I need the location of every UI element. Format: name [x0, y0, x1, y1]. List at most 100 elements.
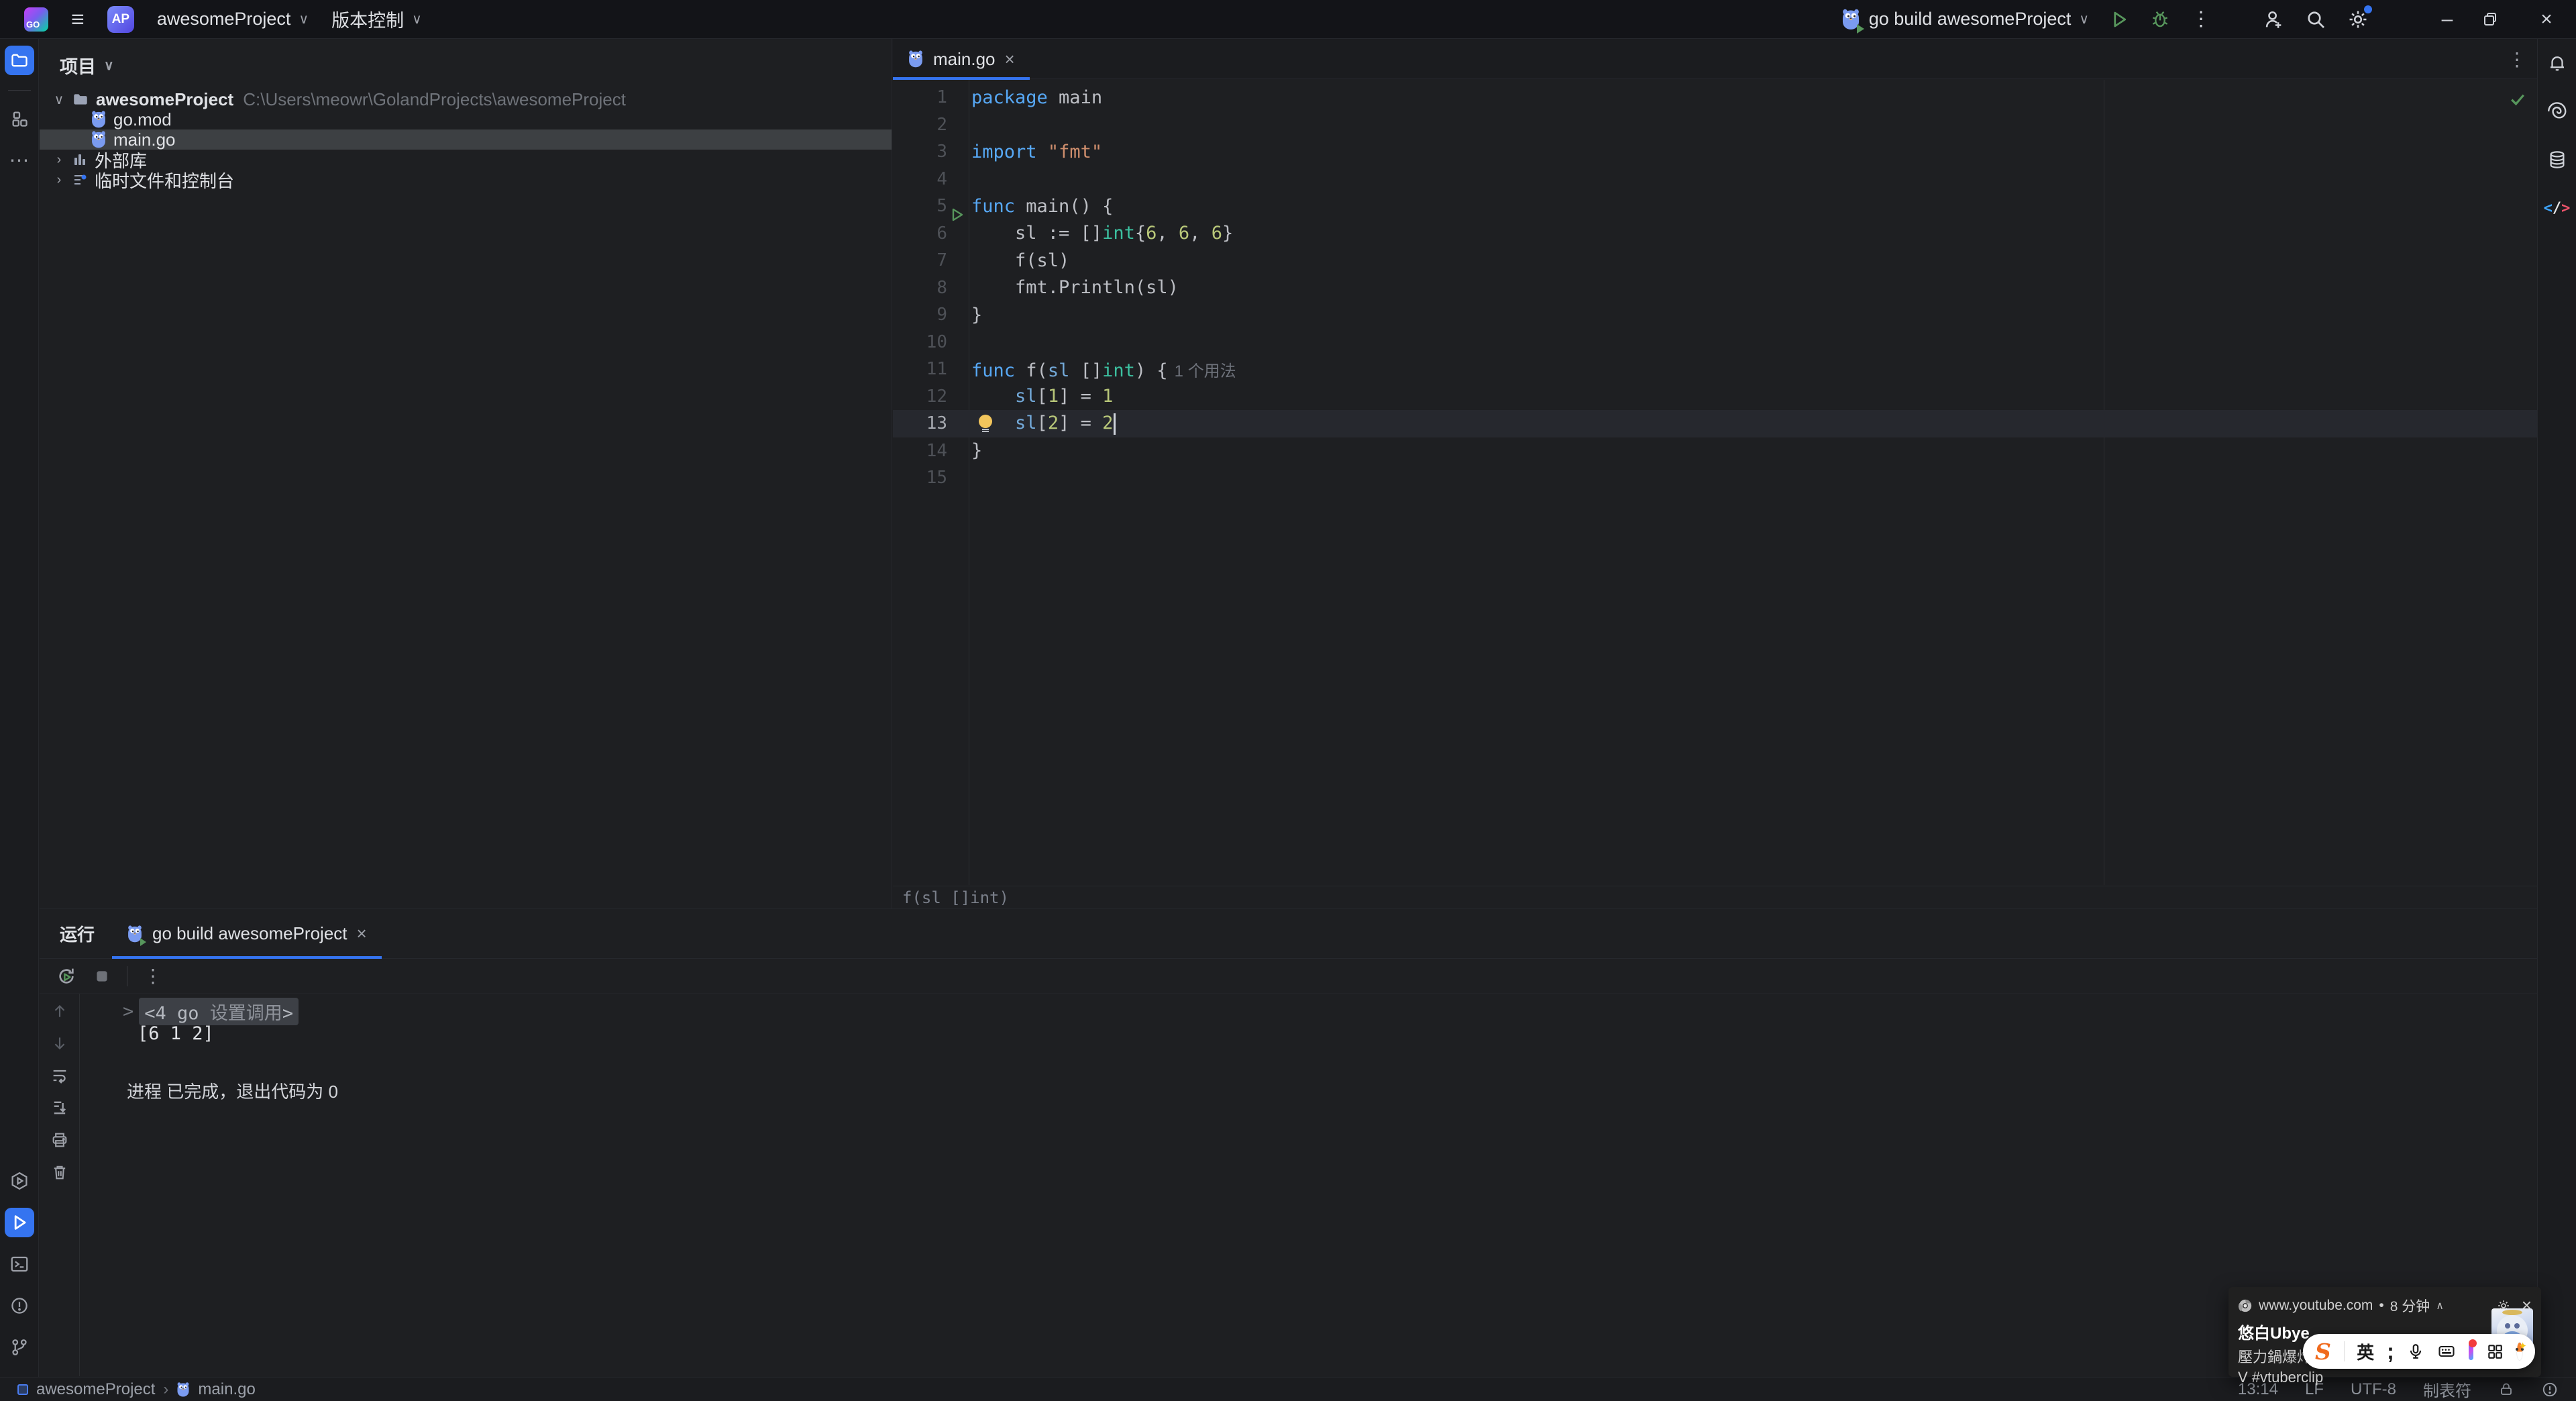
status-notifications-icon[interactable] [2541, 1381, 2559, 1398]
scroll-to-end-icon[interactable] [49, 1097, 70, 1119]
line-number[interactable]: 6 [893, 223, 969, 244]
tree-row-external-libs[interactable]: › 外部库 [40, 150, 892, 171]
line-number[interactable]: 8 [893, 278, 969, 298]
tab-close-icon[interactable]: × [1005, 49, 1015, 70]
tree-row-scratches[interactable]: › 临时文件和控制台 [40, 170, 892, 191]
code-line[interactable]: 4 [893, 166, 2537, 193]
chevron-down-icon[interactable]: ∨ [50, 91, 68, 108]
code-line[interactable]: 8 fmt.Println(sl) [893, 274, 2537, 302]
intention-bulb-icon[interactable] [977, 415, 994, 432]
prev-occurrence-icon[interactable] [49, 1000, 70, 1022]
next-occurrence-icon[interactable] [49, 1033, 70, 1054]
ime-language-mode[interactable]: 英 [2357, 1339, 2374, 1364]
breadcrumb-file[interactable]: main.go [198, 1380, 255, 1399]
terminal-tool-icon[interactable] [5, 1249, 34, 1279]
ime-skin-icon[interactable] [2468, 1339, 2477, 1360]
breadcrumb-project[interactable]: awesomeProject [36, 1380, 155, 1399]
ai-assistant-icon[interactable] [2542, 97, 2572, 126]
tab-maingo[interactable]: main.go × [893, 39, 1030, 80]
code-token: "fmt" [1047, 141, 1103, 162]
code-line[interactable]: 5 func main() { [893, 193, 2537, 221]
line-number[interactable]: 15 [893, 468, 969, 488]
line-number[interactable]: 10 [893, 332, 969, 352]
window-restore-button[interactable] [2482, 11, 2512, 28]
database-icon[interactable] [2542, 145, 2572, 174]
run-panel-title[interactable]: 运行 [40, 921, 112, 946]
code-line[interactable]: 7 f(sl) [893, 247, 2537, 274]
line-number[interactable]: 2 [893, 115, 969, 135]
code-line[interactable]: 2 [893, 111, 2537, 139]
code-token: int [1102, 360, 1135, 381]
line-number[interactable]: 7 [893, 250, 969, 270]
problems-tool-icon[interactable] [5, 1291, 34, 1320]
window-close-button[interactable]: × [2532, 8, 2561, 31]
project-tool-icon[interactable] [4, 46, 34, 75]
editor-more-options-icon[interactable]: ⋮ [2508, 48, 2526, 70]
line-number[interactable]: 13 [893, 413, 969, 433]
debug-button[interactable] [2149, 9, 2171, 30]
line-number[interactable]: 14 [893, 441, 969, 461]
code-line[interactable]: 12 sl[1] = 1 [893, 383, 2537, 411]
code-line[interactable]: 3 import "fmt" [893, 138, 2537, 166]
console-command-line[interactable]: > <4 go 设置调用> [123, 998, 299, 1025]
lock-icon[interactable] [2498, 1382, 2514, 1398]
code-with-me-button[interactable] [2262, 8, 2285, 31]
tree-row-maingo[interactable]: main.go [40, 129, 892, 150]
folded-command-chip[interactable]: <4 go 设置调用> [139, 998, 299, 1025]
main-menu-icon[interactable]: ≡ [71, 8, 85, 31]
line-number[interactable]: 1 [893, 87, 969, 107]
console-more-options-icon[interactable]: ⋮ [144, 965, 162, 987]
line-number[interactable]: 4 [893, 169, 969, 189]
services-tool-icon[interactable] [5, 1166, 34, 1196]
rerun-button[interactable] [56, 966, 77, 987]
code-token: 1 个用法 [1174, 362, 1236, 380]
git-tool-icon[interactable] [5, 1333, 34, 1362]
code-line[interactable]: 14} [893, 437, 2537, 465]
code-area[interactable]: 1 package main 2 3 import "fmt" 4 5 func main()… [893, 80, 2537, 885]
vcs-menu[interactable]: 版本控制 ∨ [331, 6, 422, 32]
more-actions-button[interactable]: ⋮ [2191, 7, 2211, 31]
clear-console-icon[interactable] [49, 1161, 70, 1183]
tree-row-gomod[interactable]: go.mod [40, 109, 892, 129]
ime-toolbox-grid-icon[interactable] [2486, 1343, 2504, 1360]
more-tool-windows-icon[interactable]: ⋯ [5, 146, 34, 175]
soft-wrap-icon[interactable] [49, 1065, 70, 1086]
code-line[interactable]: 13 sl[2] = 2 [893, 410, 2537, 437]
code-line[interactable]: 10 [893, 329, 2537, 356]
endpoints-code-icon[interactable]: < / > [2542, 193, 2572, 223]
ime-toolbar[interactable]: S 英 ; ✦ [2303, 1334, 2535, 1369]
sogou-logo-icon[interactable]: S [2315, 1339, 2331, 1365]
project-selector[interactable]: awesomeProject ∨ [157, 9, 309, 30]
print-icon[interactable] [49, 1129, 70, 1151]
code-line[interactable]: 1 package main [893, 84, 2537, 111]
code-line[interactable]: 11 func f(sl []int) {1 个用法 [893, 356, 2537, 383]
line-number[interactable]: 9 [893, 305, 969, 325]
run-console[interactable]: > <4 go 设置调用> [6 1 2] 进程 已完成，退出代码为 0 [40, 994, 2537, 1376]
chevron-right-icon[interactable]: › [50, 172, 68, 188]
run-tab-close-icon[interactable]: × [357, 923, 367, 944]
run-tab[interactable]: go build awesomeProject × [112, 909, 382, 959]
ime-microphone-icon[interactable] [2407, 1343, 2424, 1360]
line-number[interactable]: 12 [893, 386, 969, 407]
ime-keyboard-icon[interactable] [2437, 1342, 2456, 1361]
notifications-bell-icon[interactable] [2542, 48, 2572, 78]
run-configuration-selector[interactable]: go build awesomeProject ∨ [1841, 8, 2089, 34]
line-number[interactable]: 3 [893, 142, 969, 162]
code-line[interactable]: 15 [893, 464, 2537, 492]
tree-row-project-root[interactable]: ∨ awesomeProject C:\Users\meowr\GolandPr… [40, 89, 892, 109]
chevron-right-icon[interactable]: › [50, 152, 68, 168]
chevron-up-icon[interactable]: ∧ [2436, 1299, 2444, 1312]
code-line[interactable]: 9} [893, 301, 2537, 329]
run-tool-icon[interactable] [4, 1208, 34, 1237]
project-panel-header[interactable]: 项目 ∨ [40, 39, 892, 89]
ime-emoji-fox-icon[interactable]: ✦ [2516, 1341, 2527, 1361]
project-badge[interactable]: AP [107, 5, 134, 33]
window-minimize-button[interactable]: – [2432, 8, 2462, 31]
search-everywhere-button[interactable] [2305, 9, 2326, 30]
run-button[interactable] [2109, 9, 2129, 30]
line-number[interactable]: 11 [893, 359, 969, 379]
settings-button[interactable] [2347, 5, 2372, 31]
structure-tool-icon[interactable] [5, 104, 34, 134]
code-line[interactable]: 6 sl := []int{6, 6, 6} [893, 220, 2537, 248]
ime-punctuation-icon[interactable]: ; [2387, 1341, 2394, 1362]
